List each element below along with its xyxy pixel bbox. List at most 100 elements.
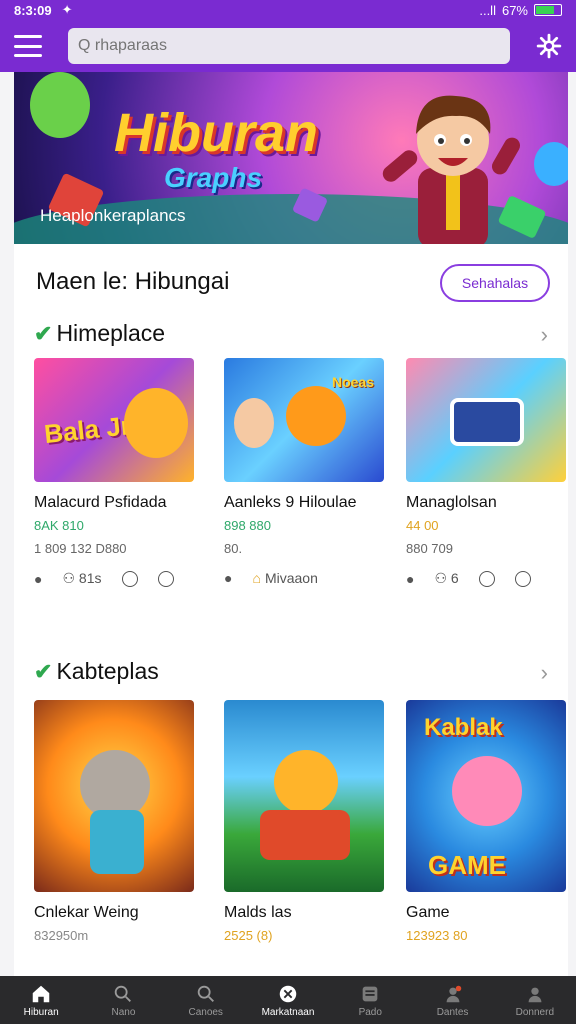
game-price: 2525 (8) (224, 928, 273, 943)
search-bar[interactable] (68, 28, 510, 64)
game-title: Malacurd Psfidada (34, 494, 167, 511)
game-title: Malds las (224, 904, 292, 921)
bluetooth-icon: ✦ (61, 2, 73, 17)
main-content: Maen le: Hibungai Sehahalas ✔ Himeplace … (14, 244, 568, 980)
nav-label: Markatnaan (261, 1006, 315, 1018)
nav-item-home[interactable]: Hiburan (0, 976, 82, 1024)
search-icon (115, 985, 132, 1002)
home-icon[interactable]: ⌂ (252, 570, 260, 586)
category-title-label: Himeplace (56, 320, 166, 346)
game-thumbnail[interactable]: Bala Jnuas (34, 358, 194, 482)
game-meta: 880 709 (406, 541, 453, 556)
nav-label: Dantes (436, 1006, 469, 1018)
game-price: 123923 80 (406, 928, 468, 943)
search-icon (197, 985, 214, 1002)
info-icon[interactable] (514, 570, 531, 587)
inbox-icon (362, 986, 378, 1001)
bear-character-graphic (124, 388, 188, 458)
game-thumbnail[interactable] (406, 358, 566, 482)
game-title: Managlolsan (406, 494, 497, 511)
clock-icon[interactable] (121, 570, 138, 587)
players-count: 6 (450, 570, 459, 586)
store-icon (279, 985, 297, 1002)
game-thumbnail[interactable]: Kablak GAME (406, 700, 566, 892)
category-title: ✔ Himeplace (34, 320, 165, 347)
thumbnail-text: GAME (428, 850, 506, 880)
category-title-label: Kabteplas (56, 658, 159, 684)
character-graphic (234, 398, 274, 448)
game-card[interactable]: Kablak GAME Game 123923 80 (406, 700, 566, 943)
game-card[interactable]: Bala Jnuas Malacurd Psfidada 8AK 810 1 8… (34, 358, 194, 587)
game-price: 832950m (34, 928, 89, 943)
signal-icon: ...ll (479, 2, 496, 18)
balloon-graphic (30, 72, 90, 138)
nav-item-pado[interactable]: Pado (329, 976, 411, 1024)
car-graphic (260, 810, 350, 860)
bottom-nav: Hiburan Nano Canoes Markatnaan Pado Dant… (0, 976, 576, 1024)
page-title: Maen le: Hibungai (36, 268, 230, 295)
game-card[interactable]: Noeas Aanleks 9 Hiloulae 898 880 80. ● ⌂… (224, 358, 384, 586)
check-icon: ✔ (34, 320, 53, 346)
status-bar: 8:3:09 ✦ ...ll 67% (0, 0, 576, 20)
hero-banner[interactable]: Hiburan Graphs Heaplonkeraplancs (14, 72, 568, 244)
mascot-illustration (382, 95, 520, 244)
account-icon (528, 987, 542, 1002)
chat-icon[interactable]: ● (34, 571, 42, 587)
character-graphic (90, 810, 144, 874)
balloon-graphic (534, 142, 568, 186)
menu-icon[interactable] (14, 35, 42, 57)
game-card[interactable]: Malds las 2525 (8) (224, 700, 384, 943)
chat-icon[interactable]: ● (406, 571, 414, 587)
game-card[interactable]: Cnlekar Weing 832950m (34, 700, 194, 943)
chevron-right-icon[interactable]: › (541, 660, 548, 686)
game-thumbnail[interactable] (224, 700, 384, 892)
thumbnail-text: Noeas (331, 374, 374, 390)
banner-subtitle: Graphs (164, 162, 263, 193)
game-card[interactable]: Managlolsan 44 00 880 709 ● ⚇ 6 (406, 358, 566, 587)
banner-title: Hiburan (114, 103, 319, 163)
nav-label: Hiburan (23, 1006, 59, 1018)
chevron-right-icon[interactable]: › (541, 322, 548, 348)
game-meta: 1 809 132 D880 (34, 541, 127, 556)
app-bar (0, 20, 576, 72)
game-title: Game (406, 904, 450, 921)
character-graphic (286, 386, 346, 446)
notify-icon (446, 985, 461, 1002)
nav-item-nano[interactable]: Nano (82, 976, 164, 1024)
banner-caption: Heaplonkeraplancs (40, 206, 186, 225)
nav-item-dantes[interactable]: Dantes (411, 976, 493, 1024)
category-title: ✔ Kabteplas (34, 658, 159, 685)
gamepad-graphic (450, 398, 524, 446)
status-time: 8:3:09 (14, 2, 52, 18)
nav-item-account[interactable]: Donnerd (494, 976, 576, 1024)
game-price: 44 00 (406, 518, 439, 533)
game-thumbnail[interactable] (34, 700, 194, 892)
battery-percent: 67% (501, 2, 528, 18)
players-icon[interactable]: ⚇ 81s (62, 570, 101, 587)
game-meta: 80. (224, 541, 243, 556)
character-graphic (452, 756, 522, 826)
clock-icon[interactable] (478, 570, 495, 587)
nav-item-canoes[interactable]: Canoes (165, 976, 247, 1024)
nav-item-marketplace[interactable]: Markatnaan (247, 976, 329, 1024)
nav-label: Pado (358, 1006, 382, 1018)
info-icon[interactable] (157, 570, 174, 587)
game-price: 898 880 (224, 518, 271, 533)
character-graphic (274, 750, 338, 814)
category-label: Mivaaon (264, 570, 318, 586)
players-count: 81s (78, 570, 102, 586)
home-icon (32, 985, 50, 1002)
search-input[interactable] (78, 37, 500, 55)
game-price: 8AK 810 (34, 518, 84, 533)
nav-label: Nano (111, 1006, 136, 1018)
game-thumbnail[interactable]: Noeas (224, 358, 384, 482)
see-all-button[interactable]: Sehahalas (440, 264, 550, 302)
battery-icon (534, 4, 562, 16)
thumbnail-text: Kablak (424, 714, 503, 741)
nav-label: Donnerd (515, 1006, 554, 1018)
gear-icon[interactable] (536, 33, 562, 59)
nav-label: Canoes (188, 1006, 223, 1018)
chat-icon[interactable]: ● (224, 570, 232, 586)
players-icon[interactable]: ⚇ 6 (434, 570, 458, 587)
check-icon: ✔ (34, 658, 53, 684)
